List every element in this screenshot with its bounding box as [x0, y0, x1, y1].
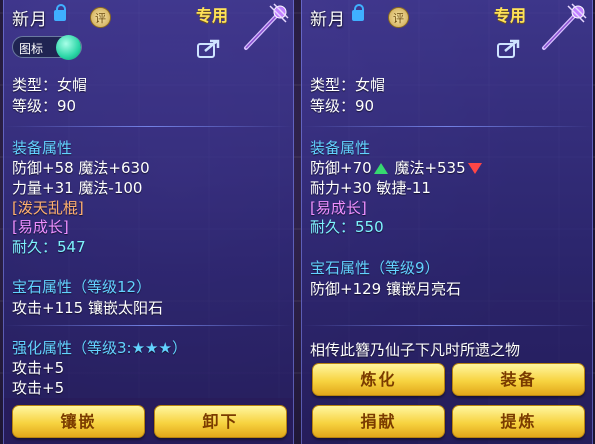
icon-toggle[interactable]: 图标 — [12, 35, 82, 60]
magic-value: 魔法+535 — [394, 159, 466, 177]
rating-badge: 评 — [90, 7, 111, 28]
enhance-attr-line: 攻击+5 — [12, 359, 65, 377]
compare-item-panel: 新月 评 专用 类型：女帽 等级：90 装备属性 防御+70 魔法+535 耐力… — [301, 0, 593, 444]
equip-attr-title: 装备属性 — [310, 139, 371, 157]
hairpin-item-icon — [542, 3, 587, 50]
item-name: 新月 — [310, 10, 346, 30]
arrow-up-icon — [373, 163, 388, 174]
equip-button[interactable]: 装备 — [452, 363, 585, 396]
lock-icon — [352, 4, 364, 21]
gem-attr-line: 攻击+115 镶嵌太阳石 — [12, 299, 163, 317]
refine-button[interactable]: 炼化 — [312, 363, 445, 396]
equipped-item-panel: 新月 评 专用 图标 类型：女帽 等级：90 装备属性 防御+58 魔法+630… — [3, 0, 294, 444]
enhance-attr-line: 攻击+5 — [12, 379, 65, 397]
item-description: 相传此簪乃仙子下凡时所遗之物 — [310, 341, 521, 359]
icon-toggle-label: 图标 — [19, 42, 44, 56]
gem-attr-title: 宝石属性（等级12） — [12, 278, 152, 296]
defense-value: 防御+70 — [310, 159, 372, 177]
rating-badge: 评 — [388, 7, 409, 28]
divider — [302, 126, 592, 127]
divider — [4, 325, 293, 326]
toggle-knob — [56, 35, 81, 60]
inlay-button[interactable]: 镶嵌 — [12, 405, 145, 438]
special-trait: [易成长] — [310, 199, 367, 217]
attr-line: 力量+31 魔法-100 — [12, 179, 143, 197]
gem-attr-title: 宝石属性（等级9） — [310, 259, 440, 277]
divider — [302, 325, 592, 326]
special-skill: [泼天乱棍] — [12, 199, 84, 217]
enhance-attr-title: 强化属性（等级3:★★★） — [12, 339, 187, 357]
share-icon[interactable] — [497, 38, 521, 58]
item-level: 等级：90 — [310, 97, 375, 115]
donate-button[interactable]: 捐献 — [312, 405, 445, 438]
item-level: 等级：90 — [12, 97, 77, 115]
share-icon[interactable] — [197, 38, 221, 58]
special-trait: [易成长] — [12, 218, 69, 236]
unequip-button[interactable]: 卸下 — [154, 405, 287, 438]
extract-button[interactable]: 提炼 — [452, 405, 585, 438]
attr-line: 防御+58 魔法+630 — [12, 159, 150, 177]
divider — [4, 126, 293, 127]
durability: 耐久：550 — [310, 218, 384, 236]
arrow-down-icon — [467, 163, 482, 174]
lock-icon — [54, 4, 66, 21]
gem-attr-line: 防御+129 镶嵌月亮石 — [310, 280, 461, 298]
equip-attr-title: 装备属性 — [12, 139, 73, 157]
hairpin-item-icon — [244, 3, 289, 50]
item-type: 类型：女帽 — [12, 76, 88, 94]
attr-compare-line: 防御+70 魔法+535 — [310, 157, 484, 178]
durability: 耐久：547 — [12, 238, 86, 256]
item-type: 类型：女帽 — [310, 76, 386, 94]
exclusive-tag: 专用 — [196, 6, 229, 25]
item-name: 新月 — [12, 10, 48, 30]
exclusive-tag: 专用 — [494, 6, 527, 25]
attr-line: 耐力+30 敏捷-11 — [310, 179, 431, 197]
